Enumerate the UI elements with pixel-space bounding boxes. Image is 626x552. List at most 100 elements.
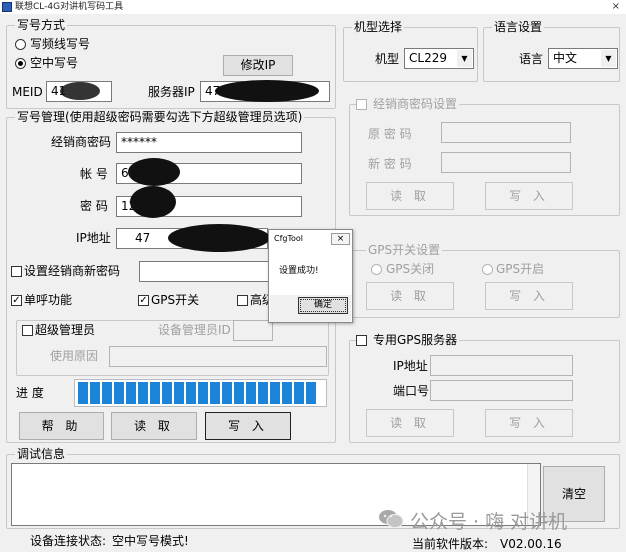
redaction-blot <box>168 224 270 252</box>
dialog-body: 设置成功! <box>270 247 351 295</box>
new-password-input[interactable] <box>441 152 571 173</box>
progress-segment <box>114 382 124 404</box>
new-dealer-password-input[interactable] <box>139 261 269 282</box>
gps-server-ip-label: IP地址 <box>393 359 428 373</box>
progress-segment <box>258 382 268 404</box>
progress-segment <box>282 382 292 404</box>
progress-segment <box>198 382 208 404</box>
account-legend: 写号管理(使用超级密码需要勾选下方超级管理员选项) <box>15 110 305 124</box>
read-button[interactable]: 读 取 <box>111 412 197 440</box>
modify-ip-button[interactable]: 修改IP <box>223 55 293 76</box>
radio-gps-off[interactable] <box>371 264 382 275</box>
super-admin-label: 超级管理员 <box>35 323 96 337</box>
progress-segment <box>90 382 100 404</box>
chevron-down-icon[interactable]: ▼ <box>601 50 616 67</box>
progress-segment <box>162 382 172 404</box>
help-button[interactable]: 帮 助 <box>19 412 104 440</box>
progress-segment <box>126 382 136 404</box>
model-select-legend: 机型选择 <box>352 20 405 34</box>
radio-cable-write[interactable] <box>15 39 26 50</box>
radio-ota-write-label: 空中写号 <box>30 56 79 70</box>
connection-status-value: 空中写号模式! <box>112 534 189 548</box>
dealer-password-input[interactable]: ****** <box>116 132 302 153</box>
gps-switch-label: GPS开关 <box>151 293 200 307</box>
write-mode-legend: 写号方式 <box>15 18 68 32</box>
single-call-checkbox[interactable]: ✓ <box>11 295 22 306</box>
progress-label: 进 度 <box>16 386 44 400</box>
model-dropdown-value: CL229 <box>409 51 447 65</box>
dealer-password-label: 经销商密码 <box>51 135 112 149</box>
gps-server-write-button[interactable]: 写 入 <box>485 409 573 437</box>
model-label: 机型 <box>375 52 400 66</box>
language-legend: 语言设置 <box>492 20 545 34</box>
dialog-close-icon[interactable]: × <box>331 233 350 245</box>
reason-input[interactable] <box>109 346 327 367</box>
new-password-label: 新 密 码 <box>368 157 412 171</box>
dialog-title: CfgTool <box>274 234 304 243</box>
ip-address-label: IP地址 <box>76 231 111 245</box>
reason-label: 使用原因 <box>50 349 99 363</box>
progress-segment <box>270 382 280 404</box>
progress-segment <box>294 382 304 404</box>
gps-switch-read-button[interactable]: 读 取 <box>366 282 454 310</box>
super-admin-checkbox[interactable] <box>22 325 33 336</box>
radio-gps-off-label: GPS关闭 <box>386 262 435 276</box>
gps-server-read-button[interactable]: 读 取 <box>366 409 454 437</box>
app-icon <box>2 2 12 12</box>
account-label: 帐 号 <box>80 167 108 181</box>
gps-server-port-label: 端口号 <box>393 384 430 398</box>
dialog-ok-button[interactable]: 确定 <box>298 297 348 314</box>
dealer-password-legend: 经销商密码设置 <box>358 97 460 111</box>
radio-gps-on-label: GPS开启 <box>496 262 545 276</box>
redaction-blot <box>128 158 180 186</box>
progress-segment <box>174 382 184 404</box>
device-admin-id-input[interactable] <box>233 320 273 341</box>
set-new-dealer-password-checkbox[interactable] <box>11 266 22 277</box>
set-new-dealer-password-label: 设置经销商新密码 <box>24 264 121 278</box>
connection-status-label: 设备连接状态: <box>30 534 107 548</box>
progress-segment <box>246 382 256 404</box>
progress-segment <box>234 382 244 404</box>
write-button[interactable]: 写 入 <box>205 412 291 440</box>
chevron-down-icon[interactable]: ▼ <box>457 50 472 67</box>
dialog-message: 设置成功! <box>279 266 319 276</box>
old-password-input[interactable] <box>441 122 571 143</box>
cfgtool-dialog: CfgTool × 设置成功! 确定 <box>268 229 353 323</box>
gps-server-ip-input[interactable] <box>430 355 573 376</box>
dealer-password-write-button[interactable]: 写 入 <box>485 182 573 210</box>
gps-server-checkbox[interactable] <box>356 335 367 346</box>
progress-segment <box>102 382 112 404</box>
window-title: 联想CL-4G对讲机写码工具 <box>15 2 124 12</box>
redaction-blot <box>60 82 100 100</box>
old-password-label: 原 密 码 <box>368 127 412 141</box>
progress-segment <box>78 382 88 404</box>
progress-segment <box>222 382 232 404</box>
version-value: V02.00.16 <box>500 537 562 551</box>
progress-segment <box>186 382 196 404</box>
title-bar: 联想CL-4G对讲机写码工具 × <box>0 0 626 14</box>
progress-bar <box>74 379 327 407</box>
server-ip-label: 服务器IP <box>148 85 195 99</box>
language-label: 语言 <box>519 52 544 66</box>
gps-switch-write-button[interactable]: 写 入 <box>485 282 573 310</box>
version-label: 当前软件版本: <box>412 537 489 551</box>
gps-switch-checkbox[interactable]: ✓ <box>138 295 149 306</box>
dealer-password-enable-checkbox[interactable] <box>356 99 367 110</box>
redaction-blot <box>130 186 176 218</box>
progress-segment <box>306 382 316 404</box>
language-dropdown[interactable]: 中文 ▼ <box>548 48 618 69</box>
device-admin-id-label: 设备管理员ID <box>158 323 231 337</box>
dealer-password-read-button[interactable]: 读 取 <box>366 182 454 210</box>
gps-server-port-input[interactable] <box>430 380 573 401</box>
radio-gps-on[interactable] <box>482 264 493 275</box>
model-dropdown[interactable]: CL229 ▼ <box>404 48 474 69</box>
password-label: 密 码 <box>80 199 108 213</box>
wechat-icon <box>378 508 404 530</box>
advanced-checkbox[interactable] <box>237 295 248 306</box>
gps-switch-legend: GPS开关设置 <box>366 243 443 257</box>
window-close-icon[interactable]: × <box>612 0 620 14</box>
watermark-text: 公众号 · 嗨 对讲机 <box>410 511 568 533</box>
progress-segment <box>210 382 220 404</box>
single-call-label: 单呼功能 <box>24 293 73 307</box>
radio-ota-write[interactable] <box>15 58 26 69</box>
